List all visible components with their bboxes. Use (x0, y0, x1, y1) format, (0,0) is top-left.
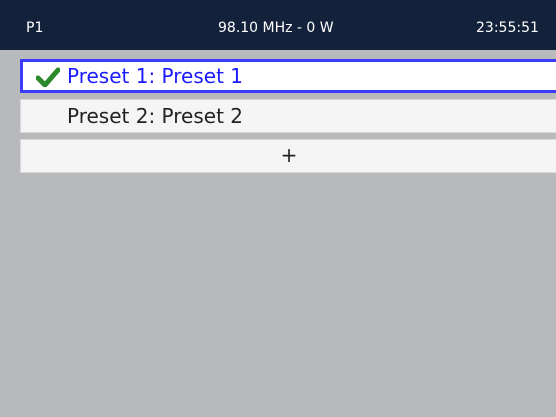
screen: P1 98.10 MHz - 0 W 23:55:51 Preset 1: Pr… (0, 0, 556, 417)
preset-item-label: Preset 2: Preset 2 (67, 104, 243, 128)
preset-item-2[interactable]: Preset 2: Preset 2 (20, 99, 556, 133)
clock: 23:55:51 (476, 20, 539, 36)
check-icon (36, 67, 60, 87)
add-preset-button[interactable]: + (20, 139, 556, 173)
frequency-power-readout: 98.10 MHz - 0 W (218, 20, 334, 36)
current-preset-indicator: P1 (26, 20, 44, 36)
preset-item-1[interactable]: Preset 1: Preset 1 (20, 59, 556, 93)
add-preset-label: + (280, 143, 298, 167)
preset-list: Preset 1: Preset 1 Preset 2: Preset 2 + (20, 59, 556, 179)
status-bar: P1 98.10 MHz - 0 W 23:55:51 (0, 0, 556, 50)
preset-item-label: Preset 1: Preset 1 (67, 64, 243, 88)
